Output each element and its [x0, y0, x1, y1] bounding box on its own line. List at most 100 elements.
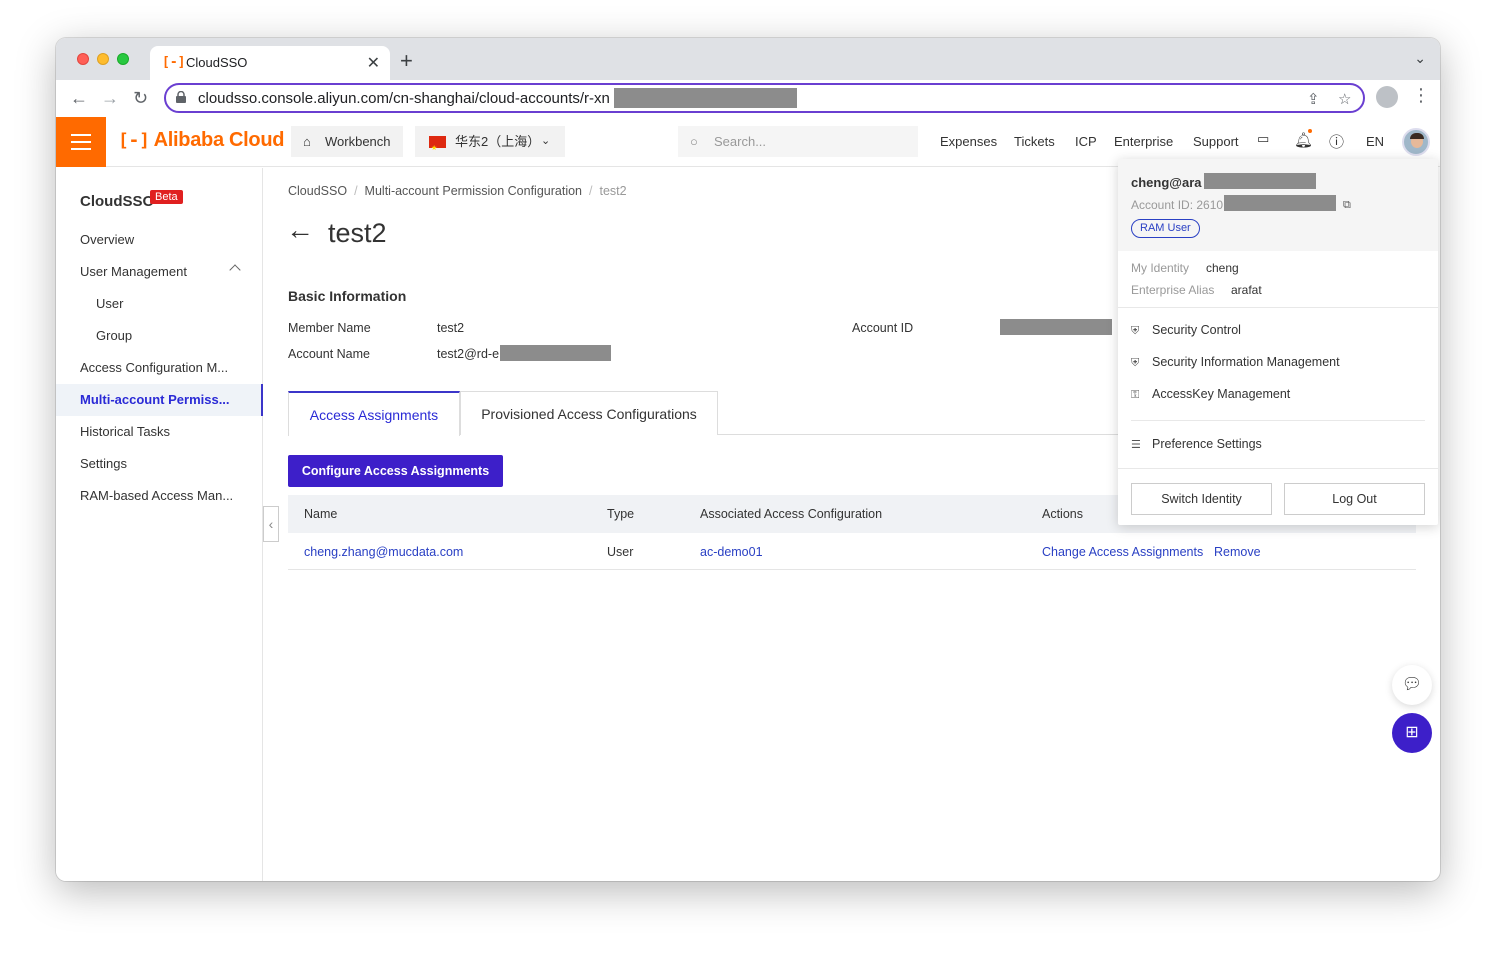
account-name-value: test2@rd-e	[437, 347, 500, 361]
enterprise-alias-value: arafat	[1231, 283, 1262, 297]
user-name-link[interactable]: cheng.zhang@mucdata.com	[304, 545, 463, 559]
workbench-button[interactable]: ⌂ Workbench	[291, 126, 403, 157]
browser-toolbar: ← → ↻ cloudsso.console.aliyun.com/cn-sha…	[56, 80, 1440, 118]
sidebar-item-user[interactable]: User	[56, 288, 263, 320]
home-icon: ⌂	[303, 134, 311, 149]
user-account-dropdown: cheng@ara Account ID: 2610 ⧉ RAM User My…	[1118, 159, 1438, 525]
tab-search-chevron-icon[interactable]: ⌄	[1414, 50, 1426, 67]
close-window-button[interactable]	[77, 53, 89, 65]
sliders-icon: ☰	[1131, 439, 1141, 451]
column-header-type: Type	[607, 507, 635, 521]
account-summary: cheng@ara Account ID: 2610 ⧉ RAM User	[1118, 159, 1438, 251]
browser-tab[interactable]: [-] CloudSSO ✕	[150, 46, 390, 80]
column-header-config: Associated Access Configuration	[700, 507, 883, 521]
bookmark-star-icon[interactable]: ☆	[1338, 90, 1351, 108]
basic-information-heading: Basic Information	[288, 288, 407, 304]
sidebar-item-access-configuration[interactable]: Access Configuration M...	[56, 352, 263, 384]
sidebar-item-historical-tasks[interactable]: Historical Tasks	[56, 416, 263, 448]
new-tab-icon[interactable]: +	[400, 48, 413, 74]
my-identity-label: My Identity	[1131, 261, 1190, 275]
column-header-actions: Actions	[1042, 507, 1083, 521]
zoom-window-button[interactable]	[117, 53, 129, 65]
account-username: cheng@ara	[1131, 175, 1202, 190]
tab-access-assignments[interactable]: Access Assignments	[288, 391, 460, 436]
menu-item-security-control[interactable]: ⛨ Security Control	[1131, 323, 1241, 338]
member-name-value: test2	[437, 321, 465, 335]
sidebar-item-user-management[interactable]: User Management	[56, 256, 263, 288]
shield-plus-icon: ⛨	[1131, 357, 1140, 369]
tab-close-icon[interactable]: ✕	[367, 53, 380, 73]
forward-icon[interactable]: →	[101, 86, 119, 110]
log-out-button[interactable]: Log Out	[1284, 483, 1425, 515]
divider	[1118, 307, 1438, 308]
breadcrumb-separator: /	[589, 184, 593, 198]
remove-link[interactable]: Remove	[1214, 545, 1261, 559]
menu-item-security-information[interactable]: ⛨ Security Information Management	[1131, 355, 1340, 370]
my-identity-value: cheng	[1206, 261, 1239, 275]
tickets-link[interactable]: Tickets	[1014, 134, 1055, 149]
minimize-window-button[interactable]	[97, 53, 109, 65]
profile-icon[interactable]	[1376, 86, 1398, 108]
avatar[interactable]	[1402, 128, 1430, 156]
configure-access-assignments-button[interactable]: Configure Access Assignments	[288, 455, 503, 487]
feedback-chat-button[interactable]: 💬︎	[1392, 665, 1432, 705]
sidebar-item-ram-based-access[interactable]: RAM-based Access Man...	[56, 480, 263, 512]
address-bar[interactable]: cloudsso.console.aliyun.com/cn-shanghai/…	[164, 83, 1365, 113]
copy-icon[interactable]: ⧉	[1343, 199, 1351, 212]
redacted-block	[1000, 319, 1112, 335]
breadcrumb: CloudSSO / Multi-account Permission Config…	[288, 184, 627, 198]
sidebar-item-overview[interactable]: Overview	[56, 224, 263, 256]
key-icon: ⚿	[1131, 389, 1140, 401]
expenses-link[interactable]: Expenses	[940, 134, 997, 149]
change-access-assignments-link[interactable]: Change Access Assignments	[1042, 545, 1203, 559]
tab-title: CloudSSO	[186, 55, 248, 70]
help-icon[interactable]: ⓘ	[1329, 131, 1344, 152]
back-icon[interactable]: ←	[70, 86, 88, 110]
sidebar-item-multi-account-permissions[interactable]: Multi-account Permiss...	[56, 384, 263, 416]
access-config-link[interactable]: ac-demo01	[700, 545, 763, 559]
alibaba-cloud-logo[interactable]: [-] Alibaba Cloud	[118, 129, 284, 152]
hamburger-menu-button[interactable]	[56, 117, 106, 167]
column-header-name: Name	[304, 507, 338, 521]
browser-menu-icon[interactable]: ⋮	[1412, 85, 1430, 106]
region-selector[interactable]: 华东2（上海） ⌄	[415, 126, 565, 164]
enterprise-alias-label: Enterprise Alias	[1131, 283, 1215, 297]
china-flag-icon	[429, 133, 446, 164]
search-input[interactable]: ○ Search...	[678, 126, 918, 157]
redacted-block	[614, 88, 797, 108]
account-id-label: Account ID	[852, 321, 914, 335]
alibaba-cloud-icon: [-]	[118, 130, 150, 151]
apps-grid-button[interactable]: ⊞	[1392, 713, 1432, 753]
divider	[1131, 420, 1425, 421]
tab-provisioned-access-configurations[interactable]: Provisioned Access Configurations	[460, 391, 718, 435]
table-row: cheng.zhang@mucdata.com User ac-demo01 C…	[288, 533, 1416, 570]
reload-icon[interactable]: ↻	[133, 86, 148, 110]
browser-window: [-] CloudSSO ✕ + ⌄ ← → ↻ cloudsso.consol…	[56, 38, 1440, 881]
alibaba-cloud-icon: [-]	[162, 55, 186, 70]
share-icon[interactable]: ⇪	[1307, 90, 1320, 108]
enterprise-link[interactable]: Enterprise	[1114, 134, 1173, 149]
language-switch[interactable]: EN	[1366, 134, 1384, 149]
account-id-text: Account ID: 2610	[1131, 198, 1224, 212]
avatar-hair	[1410, 133, 1424, 139]
lock-icon	[176, 91, 186, 103]
breadcrumb-multi-account[interactable]: Multi-account Permission Configuration	[365, 184, 582, 198]
terminal-icon[interactable]: ▭	[1257, 131, 1269, 147]
breadcrumb-current: test2	[599, 184, 627, 198]
chevron-down-icon: ⌄	[541, 135, 551, 147]
divider	[1118, 468, 1438, 469]
sidebar-item-group[interactable]: Group	[56, 320, 263, 352]
breadcrumb-cloudsso[interactable]: CloudSSO	[288, 184, 347, 198]
support-link[interactable]: Support	[1193, 134, 1239, 149]
sidebar-item-settings[interactable]: Settings	[56, 448, 263, 480]
icp-link[interactable]: ICP	[1075, 134, 1097, 149]
back-arrow-icon[interactable]: ←	[286, 212, 314, 248]
search-icon: ○	[690, 134, 698, 149]
bell-icon[interactable]: 🔔︎	[1294, 131, 1313, 149]
menu-item-accesskey-management[interactable]: ⚿ AccessKey Management	[1131, 387, 1290, 402]
page-title: test2	[328, 218, 387, 248]
breadcrumb-separator: /	[354, 184, 358, 198]
menu-item-preference-settings[interactable]: ☰ Preference Settings	[1131, 437, 1262, 451]
switch-identity-button[interactable]: Switch Identity	[1131, 483, 1272, 515]
chat-bubble-icon: 💬︎	[1401, 676, 1423, 693]
